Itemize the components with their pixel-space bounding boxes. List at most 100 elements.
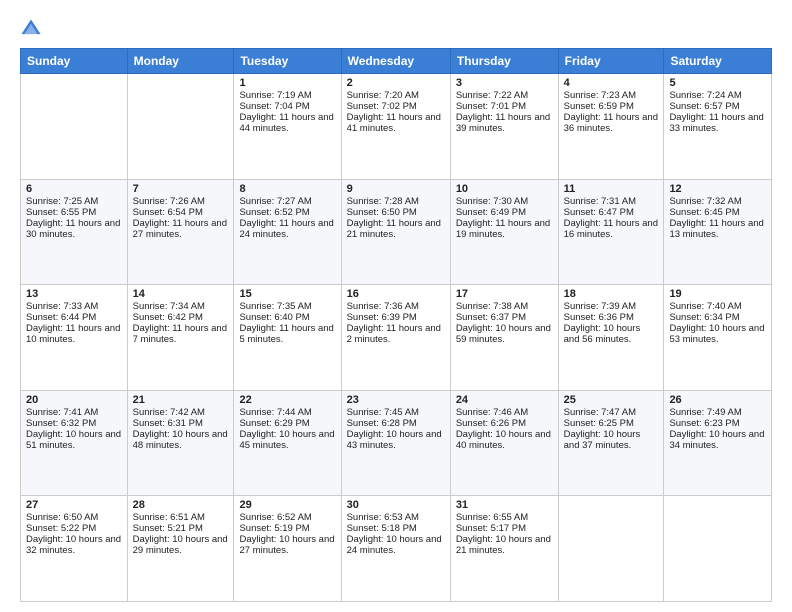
day-info: Daylight: 11 hours and 7 minutes. [133,323,229,345]
day-info: Sunset: 6:23 PM [669,418,766,429]
day-info: Daylight: 11 hours and 10 minutes. [26,323,122,345]
day-number: 3 [456,77,553,89]
calendar-cell: 30Sunrise: 6:53 AMSunset: 5:18 PMDayligh… [341,496,450,602]
day-info: Sunset: 6:50 PM [347,207,445,218]
day-info: Sunset: 6:44 PM [26,312,122,323]
calendar-week-row: 13Sunrise: 7:33 AMSunset: 6:44 PMDayligh… [21,285,772,391]
logo-icon [20,18,42,40]
calendar-cell: 28Sunrise: 6:51 AMSunset: 5:21 PMDayligh… [127,496,234,602]
day-info: Sunrise: 7:47 AM [564,407,659,418]
calendar-cell: 23Sunrise: 7:45 AMSunset: 6:28 PMDayligh… [341,390,450,496]
day-number: 5 [669,77,766,89]
day-info: Daylight: 11 hours and 19 minutes. [456,218,553,240]
day-info: Sunset: 6:39 PM [347,312,445,323]
day-info: Sunset: 6:45 PM [669,207,766,218]
day-number: 20 [26,394,122,406]
day-info: Sunset: 6:59 PM [564,101,659,112]
calendar-week-row: 27Sunrise: 6:50 AMSunset: 5:22 PMDayligh… [21,496,772,602]
day-info: Sunset: 7:04 PM [239,101,335,112]
day-number: 15 [239,288,335,300]
day-info: Daylight: 11 hours and 39 minutes. [456,112,553,134]
day-info: Sunrise: 6:51 AM [133,512,229,523]
day-info: Sunrise: 7:20 AM [347,90,445,101]
header [20,18,772,40]
day-info: Sunset: 5:21 PM [133,523,229,534]
day-info: Daylight: 11 hours and 5 minutes. [239,323,335,345]
day-info: Sunrise: 6:53 AM [347,512,445,523]
calendar-cell: 12Sunrise: 7:32 AMSunset: 6:45 PMDayligh… [664,179,772,285]
day-header-tuesday: Tuesday [234,49,341,74]
calendar-header-row: SundayMondayTuesdayWednesdayThursdayFrid… [21,49,772,74]
day-info: Sunrise: 7:28 AM [347,196,445,207]
day-info: Sunset: 6:31 PM [133,418,229,429]
day-info: Sunset: 6:42 PM [133,312,229,323]
day-info: Sunset: 6:34 PM [669,312,766,323]
day-header-wednesday: Wednesday [341,49,450,74]
calendar-cell: 7Sunrise: 7:26 AMSunset: 6:54 PMDaylight… [127,179,234,285]
day-info: Sunrise: 7:35 AM [239,301,335,312]
calendar-cell: 11Sunrise: 7:31 AMSunset: 6:47 PMDayligh… [558,179,664,285]
day-number: 30 [347,499,445,511]
day-header-saturday: Saturday [664,49,772,74]
calendar-cell: 3Sunrise: 7:22 AMSunset: 7:01 PMDaylight… [450,74,558,180]
day-info: Sunset: 6:55 PM [26,207,122,218]
day-number: 23 [347,394,445,406]
day-info: Daylight: 10 hours and 51 minutes. [26,429,122,451]
day-number: 18 [564,288,659,300]
calendar-cell: 1Sunrise: 7:19 AMSunset: 7:04 PMDaylight… [234,74,341,180]
day-info: Sunrise: 7:19 AM [239,90,335,101]
calendar-cell [664,496,772,602]
calendar-week-row: 6Sunrise: 7:25 AMSunset: 6:55 PMDaylight… [21,179,772,285]
day-number: 28 [133,499,229,511]
day-info: Sunset: 6:52 PM [239,207,335,218]
day-info: Sunrise: 7:26 AM [133,196,229,207]
calendar-cell: 13Sunrise: 7:33 AMSunset: 6:44 PMDayligh… [21,285,128,391]
calendar-week-row: 20Sunrise: 7:41 AMSunset: 6:32 PMDayligh… [21,390,772,496]
day-info: Sunrise: 6:52 AM [239,512,335,523]
day-number: 27 [26,499,122,511]
day-info: Sunrise: 7:34 AM [133,301,229,312]
day-info: Daylight: 10 hours and 43 minutes. [347,429,445,451]
day-info: Sunset: 6:32 PM [26,418,122,429]
day-info: Daylight: 11 hours and 41 minutes. [347,112,445,134]
day-info: Sunrise: 7:32 AM [669,196,766,207]
day-number: 6 [26,183,122,195]
day-header-sunday: Sunday [21,49,128,74]
day-info: Sunrise: 7:31 AM [564,196,659,207]
logo [20,18,46,40]
calendar-cell: 14Sunrise: 7:34 AMSunset: 6:42 PMDayligh… [127,285,234,391]
day-info: Sunrise: 7:38 AM [456,301,553,312]
day-number: 17 [456,288,553,300]
day-info: Sunrise: 7:45 AM [347,407,445,418]
calendar-cell: 24Sunrise: 7:46 AMSunset: 6:26 PMDayligh… [450,390,558,496]
page: SundayMondayTuesdayWednesdayThursdayFrid… [0,0,792,612]
day-info: Sunset: 6:26 PM [456,418,553,429]
day-info: Daylight: 11 hours and 33 minutes. [669,112,766,134]
day-header-monday: Monday [127,49,234,74]
day-info: Sunrise: 7:41 AM [26,407,122,418]
day-info: Sunrise: 6:50 AM [26,512,122,523]
day-info: Sunrise: 7:23 AM [564,90,659,101]
day-info: Daylight: 10 hours and 32 minutes. [26,534,122,556]
calendar-cell: 20Sunrise: 7:41 AMSunset: 6:32 PMDayligh… [21,390,128,496]
calendar-cell: 31Sunrise: 6:55 AMSunset: 5:17 PMDayligh… [450,496,558,602]
day-info: Sunrise: 7:33 AM [26,301,122,312]
day-info: Sunset: 5:17 PM [456,523,553,534]
day-info: Sunset: 6:36 PM [564,312,659,323]
calendar-cell: 8Sunrise: 7:27 AMSunset: 6:52 PMDaylight… [234,179,341,285]
day-info: Sunrise: 7:39 AM [564,301,659,312]
calendar-cell: 18Sunrise: 7:39 AMSunset: 6:36 PMDayligh… [558,285,664,391]
day-info: Daylight: 11 hours and 36 minutes. [564,112,659,134]
day-number: 21 [133,394,229,406]
calendar-cell: 2Sunrise: 7:20 AMSunset: 7:02 PMDaylight… [341,74,450,180]
day-info: Sunrise: 6:55 AM [456,512,553,523]
calendar-cell: 15Sunrise: 7:35 AMSunset: 6:40 PMDayligh… [234,285,341,391]
calendar-cell: 27Sunrise: 6:50 AMSunset: 5:22 PMDayligh… [21,496,128,602]
day-info: Daylight: 10 hours and 53 minutes. [669,323,766,345]
calendar-cell: 19Sunrise: 7:40 AMSunset: 6:34 PMDayligh… [664,285,772,391]
day-info: Daylight: 11 hours and 44 minutes. [239,112,335,134]
day-info: Daylight: 10 hours and 45 minutes. [239,429,335,451]
day-number: 31 [456,499,553,511]
calendar-cell: 29Sunrise: 6:52 AMSunset: 5:19 PMDayligh… [234,496,341,602]
day-info: Sunset: 5:18 PM [347,523,445,534]
